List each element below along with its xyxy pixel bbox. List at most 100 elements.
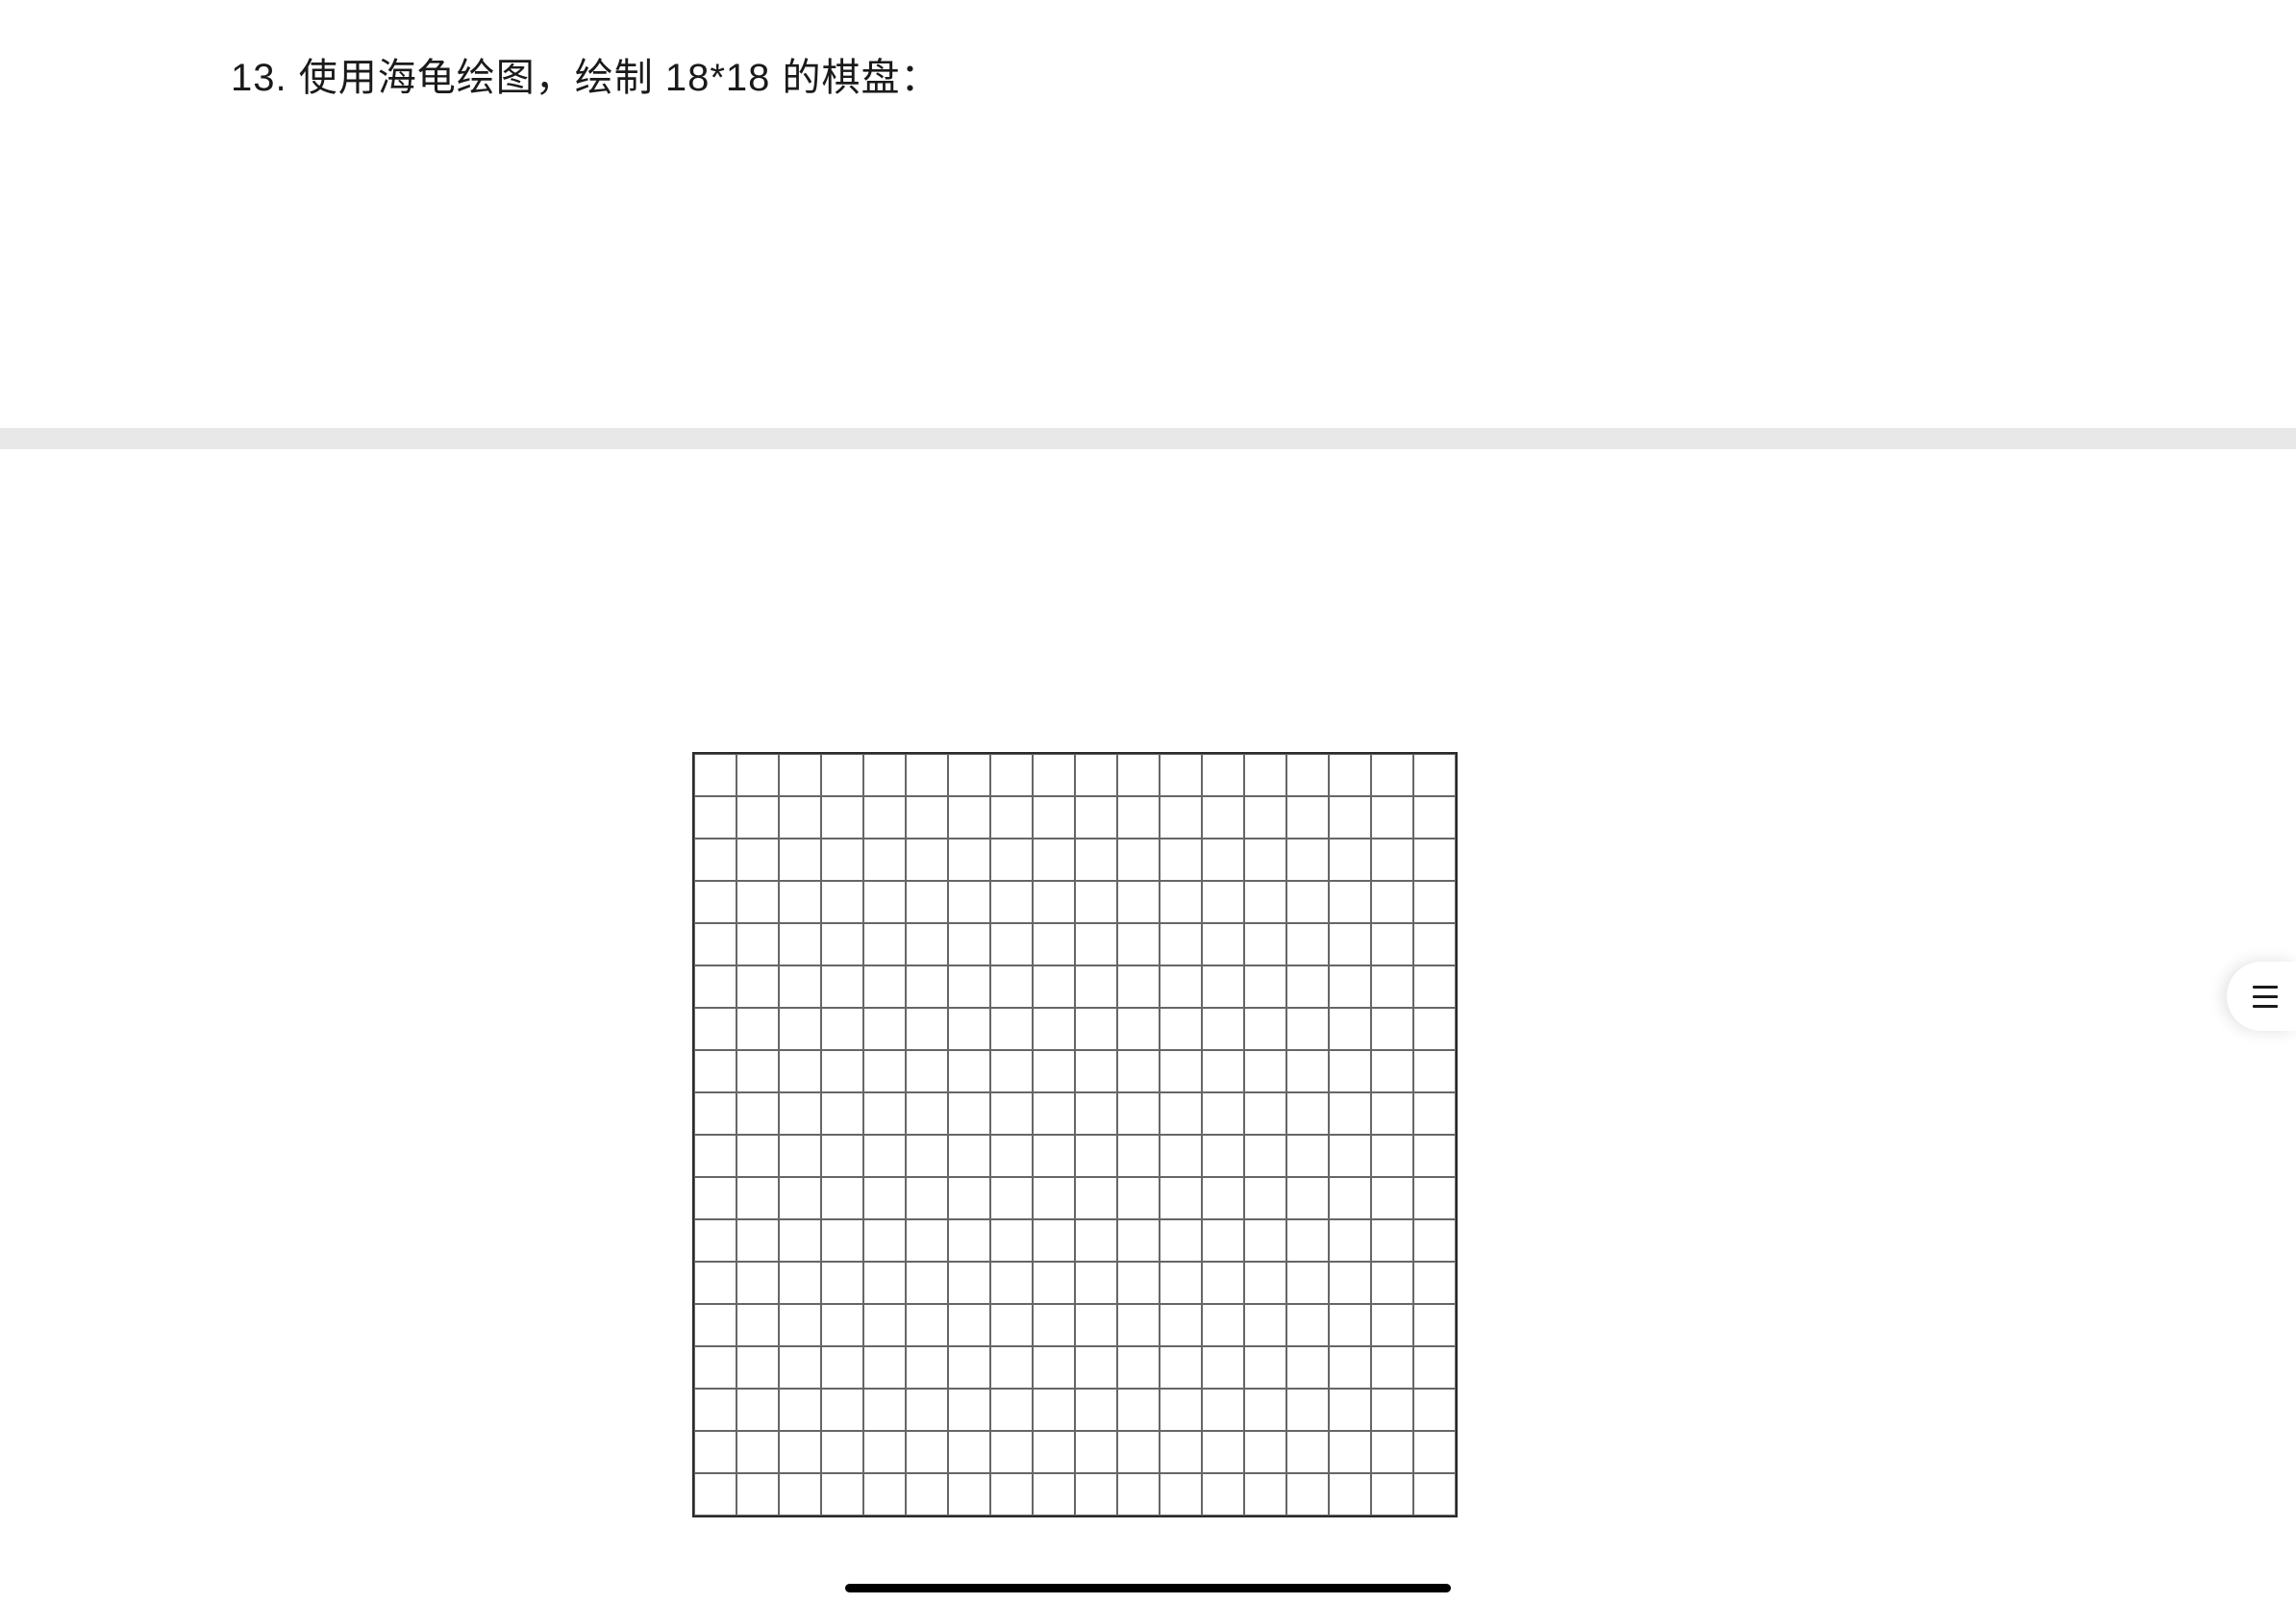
grid-cell (1371, 796, 1413, 839)
grid-cell (1160, 796, 1202, 839)
floating-menu-button[interactable] (2227, 962, 2296, 1031)
grid-cell (779, 1050, 821, 1092)
grid-cell (1286, 754, 1329, 796)
grid-cell (948, 1135, 990, 1177)
grid-cell (1202, 1304, 1244, 1346)
grid-cell (1117, 1346, 1160, 1389)
grid-cell (1075, 1346, 1117, 1389)
grid-cell (1202, 1389, 1244, 1431)
grid-cell (1160, 754, 1202, 796)
grid-cell (1371, 1050, 1413, 1092)
grid-cell (1371, 1304, 1413, 1346)
grid-cell (694, 923, 736, 965)
grid-cell (1371, 1473, 1413, 1516)
grid-cell (1286, 1346, 1329, 1389)
grid-cell (821, 1050, 863, 1092)
grid-cell (736, 1177, 779, 1219)
grid-cell (1286, 1135, 1329, 1177)
grid-cell (1413, 1304, 1456, 1346)
grid-cell (1286, 796, 1329, 839)
grid-cell (1329, 923, 1371, 965)
grid-cell (1117, 754, 1160, 796)
grid-cell (1413, 1050, 1456, 1092)
grid-cell (736, 881, 779, 923)
question-line: 13. 使用海龟绘图，绘制 18*18 的棋盘： (231, 46, 2065, 102)
grid-cell (948, 1431, 990, 1473)
grid-cell (1329, 1304, 1371, 1346)
grid-cell (736, 1008, 779, 1050)
grid-cell (906, 1346, 948, 1389)
grid-cell (990, 1219, 1033, 1262)
grid-cell (1286, 1008, 1329, 1050)
grid-cell (1033, 1389, 1075, 1431)
grid-cell (1202, 1431, 1244, 1473)
grid-cell (694, 1135, 736, 1177)
grid-cell (948, 1262, 990, 1304)
grid-cell (1075, 923, 1117, 965)
grid-cell (821, 1092, 863, 1135)
grid-cell (1413, 1135, 1456, 1177)
grid-cell (821, 1431, 863, 1473)
grid-cell (1117, 1135, 1160, 1177)
grid-cell (1413, 1092, 1456, 1135)
grid-cell (990, 881, 1033, 923)
grid-cell (948, 1177, 990, 1219)
grid-cell (1286, 1262, 1329, 1304)
grid-cell (1075, 1177, 1117, 1219)
grid-cell (1202, 1473, 1244, 1516)
grid-cell (990, 1389, 1033, 1431)
grid-cell (863, 923, 906, 965)
grid-cell (736, 1431, 779, 1473)
grid-cell (948, 839, 990, 881)
grid-cell (779, 1135, 821, 1177)
grid-cell (1329, 1008, 1371, 1050)
grid-cell (1202, 881, 1244, 923)
grid-cell (1160, 1304, 1202, 1346)
grid-cell (1286, 1050, 1329, 1092)
grid-cell (1117, 1431, 1160, 1473)
grid-cell (821, 965, 863, 1008)
grid-cell (1371, 1389, 1413, 1431)
grid-cell (990, 1304, 1033, 1346)
grid-cell (1202, 754, 1244, 796)
grid-cell (779, 1092, 821, 1135)
grid-cell (948, 923, 990, 965)
grid-cell (821, 754, 863, 796)
grid-cell (948, 965, 990, 1008)
grid-cell (1160, 1135, 1202, 1177)
grid-cell (1244, 923, 1286, 965)
grid-cell (906, 1050, 948, 1092)
grid-cell (1413, 881, 1456, 923)
grid-cell (1244, 1135, 1286, 1177)
grid-cell (1202, 1092, 1244, 1135)
grid-cell (821, 1389, 863, 1431)
grid-cell (1160, 1177, 1202, 1219)
grid-cell (906, 1219, 948, 1262)
grid-cell (1244, 1177, 1286, 1219)
grid-cell (1413, 1008, 1456, 1050)
grid-cell (990, 1092, 1033, 1135)
grid-cell (863, 1262, 906, 1304)
grid-cell (1075, 839, 1117, 881)
grid-cell (863, 1304, 906, 1346)
grid-cell (1244, 1304, 1286, 1346)
grid-cell (779, 1346, 821, 1389)
grid-cell (863, 754, 906, 796)
grid-cell (906, 1262, 948, 1304)
grid-cell (1033, 1050, 1075, 1092)
grid-cell (1286, 965, 1329, 1008)
grid-cell (990, 1346, 1033, 1389)
grid-cell (1413, 923, 1456, 965)
grid-cell (694, 965, 736, 1008)
home-indicator (845, 1584, 1451, 1592)
grid-cell (906, 796, 948, 839)
grid-cell (1075, 1262, 1117, 1304)
grid-cell (1413, 1219, 1456, 1262)
grid-cell (821, 923, 863, 965)
grid-cell (1371, 754, 1413, 796)
grid-cell (736, 965, 779, 1008)
grid-cell (1371, 839, 1413, 881)
grid-cell (1244, 1050, 1286, 1092)
grid-cell (694, 1304, 736, 1346)
grid-cell (694, 1008, 736, 1050)
